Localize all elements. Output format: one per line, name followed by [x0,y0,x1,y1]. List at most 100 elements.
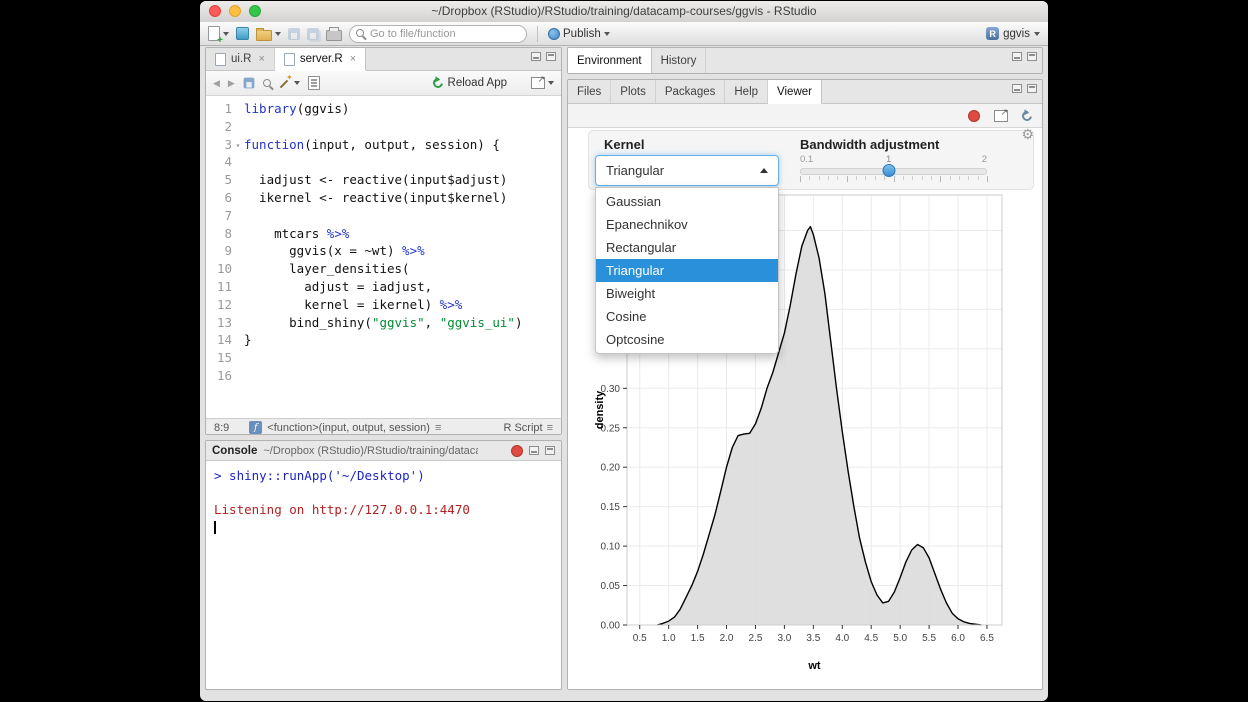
code-line[interactable]: 5 iadjust <- reactive(input$adjust) [206,171,561,189]
compile-report-icon[interactable] [308,76,320,90]
kernel-option[interactable]: Rectangular [596,236,778,259]
code-line[interactable]: 4 [206,153,561,171]
project-selector[interactable]: R ggvis [986,27,1040,40]
find-replace-icon[interactable] [263,79,271,87]
console-output[interactable]: > shiny::runApp('~/Desktop') Listening o… [206,461,561,541]
new-file-button[interactable] [208,26,229,41]
tab-label: Packages [665,86,716,98]
kernel-dropdown: GaussianEpanechnikovRectangularTriangula… [595,187,779,354]
kernel-select[interactable]: Triangular [595,155,779,186]
print-button[interactable] [326,30,342,41]
bandwidth-slider[interactable]: 0.1 1 2 [800,154,987,183]
maximize-pane-icon[interactable] [545,446,555,455]
save-file-button[interactable] [243,78,254,89]
viewer-toolbar [568,104,1042,128]
kernel-label: Kernel [604,137,644,152]
maximize-pane-icon[interactable] [1027,52,1037,61]
tab-ui-r[interactable]: ui.R × [206,48,275,70]
kernel-option[interactable]: Biweight [596,282,778,305]
console-line-input: > shiny::runApp('~/Desktop') [214,467,553,484]
tab-viewer[interactable]: Viewer [768,80,822,104]
minimize-pane-icon[interactable] [531,52,541,61]
code-line[interactable]: 11 adjust = iadjust, [206,278,561,296]
code-line[interactable]: 8 mtcars %>% [206,225,561,243]
code-line[interactable]: 15 [206,349,561,367]
minimize-pane-icon[interactable] [529,446,539,455]
code-tools-button[interactable] [279,77,300,89]
file-type-selector[interactable]: R Script ≡ [503,422,553,434]
fold-indicator-icon [232,225,244,243]
back-icon[interactable]: ◀ [213,78,220,89]
x-tick-label: 5.5 [922,633,936,644]
tab-environment[interactable]: Environment [568,48,652,74]
tab-plots[interactable]: Plots [611,80,656,103]
refresh-icon[interactable] [1020,109,1034,123]
tab-label: Files [577,86,601,98]
kernel-option[interactable]: Triangular [596,259,778,282]
console-lines: > shiny::runApp('~/Desktop') Listening o… [214,467,553,518]
code-line[interactable]: 16 [206,367,561,385]
kernel-option[interactable]: Epanechnikov [596,213,778,236]
editor-statusbar: 8:9 f <function>(input, output, session)… [206,418,561,435]
interrupt-r-icon[interactable] [511,445,523,457]
window-title: ~/Dropbox (RStudio)/RStudio/training/dat… [260,1,988,22]
minimize-pane-icon[interactable] [1012,52,1022,61]
maximize-pane-icon[interactable] [1027,84,1037,93]
code-line[interactable]: 1library(ggvis) [206,100,561,118]
tab-server-r[interactable]: server.R × [275,48,366,71]
close-window-button[interactable] [209,5,221,17]
publish-icon [548,28,560,40]
code-line[interactable]: 12 kernel = ikernel) %>% [206,296,561,314]
code-line[interactable]: 7 [206,207,561,225]
tab-files[interactable]: Files [568,80,611,103]
forward-icon[interactable]: ▶ [228,78,235,89]
kernel-option[interactable]: Optcosine [596,328,778,351]
slider-handle[interactable] [882,164,895,177]
open-in-new-window-icon[interactable] [994,110,1008,122]
kernel-option[interactable]: Gaussian [596,190,778,213]
tab-packages[interactable]: Packages [656,80,726,103]
save-all-button[interactable] [307,28,319,40]
publish-button[interactable]: Publish [548,28,610,40]
code-line[interactable]: 2 [206,118,561,136]
close-icon[interactable]: × [258,53,264,65]
maximize-pane-icon[interactable] [546,52,556,61]
files-pane: Files Plots Packages Help Viewer ⚙ [567,79,1043,690]
stop-app-icon[interactable] [968,110,980,122]
tab-help[interactable]: Help [725,80,768,103]
line-number: 6 [206,189,232,207]
minimize-window-button[interactable] [229,5,241,17]
slider-min-label: 0.1 [800,154,813,165]
code-line[interactable]: 10 layer_densities( [206,260,561,278]
kernel-option[interactable]: Cosine [596,305,778,328]
code-line[interactable]: 3▾function(input, output, session) { [206,136,561,154]
slider-tick [894,176,895,182]
y-tick-label: 0.20 [601,463,621,474]
goto-file-input[interactable] [349,25,527,43]
close-icon[interactable]: × [350,53,356,65]
minimize-pane-icon[interactable] [1012,84,1022,93]
save-button[interactable] [288,28,300,40]
code-line[interactable]: 9 ggvis(x = ~wt) %>% [206,242,561,260]
search-icon [356,29,364,37]
code-editor[interactable]: 1library(ggvis)23▾function(input, output… [206,96,561,418]
gear-icon[interactable]: ⚙ [1021,126,1034,143]
code-text: ggvis(x = ~wt) %>% [244,242,561,260]
console-tab-label[interactable]: Console [212,445,257,457]
line-number: 2 [206,118,232,136]
code-line[interactable]: 6 ikernel <- reactive(input$kernel) [206,189,561,207]
slider-tick [800,176,801,182]
open-file-button[interactable] [256,27,281,41]
goto-file-search [349,24,527,43]
source-options-button[interactable] [531,77,554,89]
code-line[interactable]: 14} [206,331,561,349]
code-line[interactable]: 13 bind_shiny("ggvis", "ggvis_ui") [206,314,561,332]
tab-history[interactable]: History [652,48,707,73]
tab-label: ui.R [231,53,251,65]
line-number: 8 [206,225,232,243]
reload-app-button[interactable]: Reload App [433,77,507,89]
fold-indicator-icon[interactable]: ▾ [232,136,244,154]
slider-track[interactable] [800,168,987,175]
new-project-button[interactable] [236,27,249,40]
scope-selector[interactable]: f <function>(input, output, session) ≡ [249,421,441,434]
